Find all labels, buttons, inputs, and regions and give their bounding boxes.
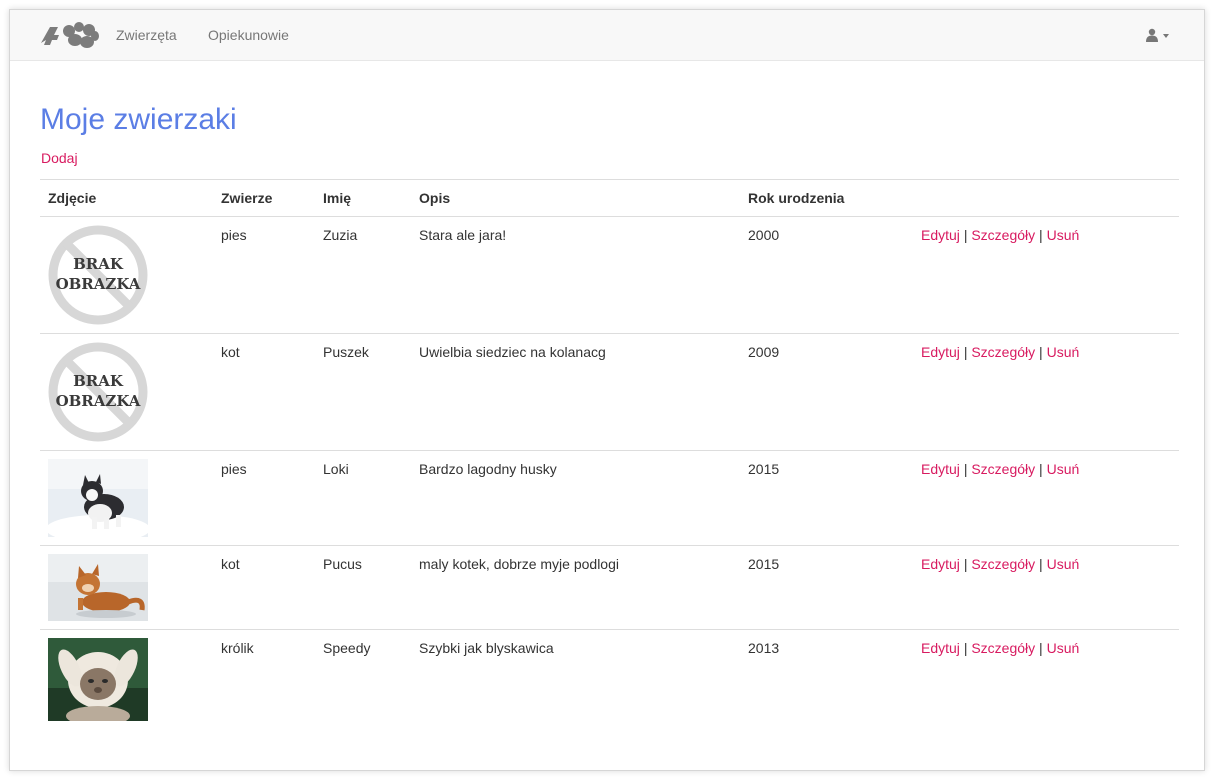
actions-cell: Edytuj | Szczegóły | Usuń (913, 333, 1179, 451)
details-link[interactable]: Szczegóły (971, 461, 1035, 477)
photo-cell (40, 629, 213, 729)
delete-link[interactable]: Usuń (1047, 556, 1080, 572)
table-row: kot Pucus maly kotek, dobrze myje podlog… (40, 545, 1179, 630)
separator: | (1039, 556, 1043, 572)
photo-cell (40, 450, 213, 546)
edit-link[interactable]: Edytuj (921, 556, 960, 572)
animal-cell: królik (213, 629, 315, 729)
edit-link[interactable]: Edytuj (921, 640, 960, 656)
edit-link[interactable]: Edytuj (921, 461, 960, 477)
kitten-photo (48, 554, 148, 621)
table-header-row: Zdjęcie Zwierze Imię Opis Rok urodzenia (40, 179, 1179, 217)
table-row: królik Speedy Szybki jak blyskawica 2013… (40, 629, 1179, 729)
photo-cell (40, 545, 213, 630)
no-image-placeholder: BRAK OBRAZKA (48, 225, 148, 325)
no-image-text-line1: BRAK (73, 372, 124, 390)
description-cell: Bardzo lagodny husky (411, 450, 740, 546)
delete-link[interactable]: Usuń (1047, 640, 1080, 656)
edit-link[interactable]: Edytuj (921, 227, 960, 243)
actions-cell: Edytuj | Szczegóły | Usuń (913, 216, 1179, 334)
delete-link[interactable]: Usuń (1047, 461, 1080, 477)
no-image-text-line1: BRAK (73, 255, 124, 273)
separator: | (963, 227, 968, 243)
husky-photo (48, 459, 148, 537)
edit-link[interactable]: Edytuj (921, 344, 960, 360)
page-title: Moje zwierzaki (40, 103, 237, 136)
table-row: BRAK OBRAZKA kot Puszek Uwielbia siedzie… (40, 333, 1179, 451)
name-cell: Speedy (315, 629, 411, 729)
details-link[interactable]: Szczegóły (971, 344, 1035, 360)
pets-table: Zdjęcie Zwierze Imię Opis Rok urodzenia … (40, 179, 1179, 729)
delete-link[interactable]: Usuń (1047, 344, 1080, 360)
year-cell: 2015 (740, 450, 913, 546)
bunny-cat-photo (48, 638, 148, 721)
description-cell: Szybki jak blyskawica (411, 629, 740, 729)
separator: | (963, 556, 968, 572)
details-link[interactable]: Szczegóły (971, 556, 1035, 572)
name-cell: Zuzia (315, 216, 411, 334)
separator: | (1039, 227, 1043, 243)
actions-cell: Edytuj | Szczegóły | Usuń (913, 450, 1179, 546)
photo-cell: BRAK OBRAZKA (40, 216, 213, 334)
header-zdjecie: Zdjęcie (40, 179, 213, 217)
year-cell: 2013 (740, 629, 913, 729)
name-cell: Loki (315, 450, 411, 546)
year-cell: 2015 (740, 545, 913, 630)
animal-cell: kot (213, 545, 315, 630)
actions-cell: Edytuj | Szczegóły | Usuń (913, 545, 1179, 630)
animal-cell: kot (213, 333, 315, 451)
separator: | (963, 461, 968, 477)
year-cell: 2009 (740, 333, 913, 451)
actions-cell: Edytuj | Szczegóły | Usuń (913, 629, 1179, 729)
description-cell: maly kotek, dobrze myje podlogi (411, 545, 740, 630)
header-opis: Opis (411, 179, 740, 217)
details-link[interactable]: Szczegóły (971, 640, 1035, 656)
header-imie: Imię (315, 179, 411, 217)
description-cell: Uwielbia siedziec na kolanacg (411, 333, 740, 451)
header-rok-urodzenia: Rok urodzenia (740, 179, 913, 217)
separator: | (963, 344, 968, 360)
year-cell: 2000 (740, 216, 913, 334)
no-image-text-line2: OBRAZKA (56, 392, 141, 410)
delete-link[interactable]: Usuń (1047, 227, 1080, 243)
nav-link-zwierzeta[interactable]: Zwierzęta (116, 27, 177, 43)
caret-down-icon (1163, 34, 1169, 38)
details-link[interactable]: Szczegóły (971, 227, 1035, 243)
header-zwierze: Zwierze (213, 179, 315, 217)
description-cell: Stara ale jara! (411, 216, 740, 334)
user-icon (1146, 28, 1158, 42)
separator: | (1039, 461, 1043, 477)
header-actions (913, 179, 1179, 217)
separator: | (963, 640, 968, 656)
user-menu-button[interactable] (1145, 24, 1169, 46)
name-cell: Pucus (315, 545, 411, 630)
separator: | (1039, 640, 1043, 656)
navbar: Zwierzęta Opiekunowie (10, 10, 1204, 61)
photo-cell: BRAK OBRAZKA (40, 333, 213, 451)
table-row: pies Loki Bardzo lagodny husky 2015 Edyt… (40, 450, 1179, 546)
no-image-placeholder: BRAK OBRAZKA (48, 342, 148, 442)
name-cell: Puszek (315, 333, 411, 451)
animal-cell: pies (213, 450, 315, 546)
separator: | (1039, 344, 1043, 360)
brand-logo-icon[interactable] (39, 22, 99, 48)
animal-cell: pies (213, 216, 315, 334)
table-row: BRAK OBRAZKA pies Zuzia Stara ale jara! … (40, 216, 1179, 334)
nav-link-opiekunowie[interactable]: Opiekunowie (208, 27, 289, 43)
add-pet-link[interactable]: Dodaj (41, 150, 78, 166)
browser-frame: Zwierzęta Opiekunowie Moje zwierzaki Dod… (9, 9, 1205, 771)
no-image-text-line2: OBRAZKA (56, 275, 141, 293)
